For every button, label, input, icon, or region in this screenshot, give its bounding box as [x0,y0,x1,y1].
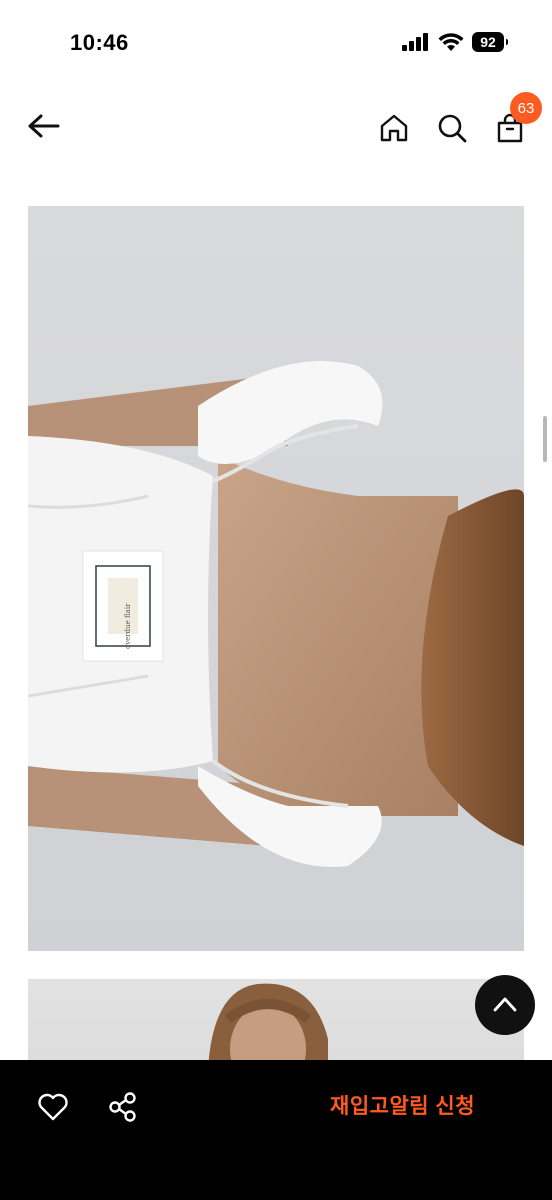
back-arrow-icon [28,114,60,138]
status-bar: 10:46 92 [0,0,552,90]
status-icons: 92 [402,32,508,52]
scroll-indicator[interactable] [543,416,547,462]
product-image-2[interactable] [28,979,524,1069]
share-button[interactable] [106,1090,140,1124]
back-button[interactable] [24,108,64,148]
share-icon [109,1092,136,1122]
home-icon [380,114,408,142]
nav-bar: 63 [0,90,552,170]
cart-count-badge: 63 [510,92,542,124]
status-time: 10:46 [70,30,129,55]
wifi-icon [438,32,464,51]
bottom-action-bar: 재입고알림 신청 [0,1060,552,1200]
home-button[interactable] [374,108,414,148]
heart-icon [38,1093,68,1121]
cart-button[interactable]: 63 [490,92,542,148]
like-button[interactable] [36,1090,70,1124]
search-button[interactable] [432,108,472,148]
product-label-text: overdue flair [124,603,132,649]
signal-icon [402,33,428,51]
battery-indicator: 92 [472,32,508,52]
product-photo-illustration [28,361,524,867]
search-icon [438,114,467,143]
scroll-to-top-button[interactable] [475,975,535,1035]
restock-notification-button[interactable]: 재입고알림 신청 [330,1090,475,1120]
product-image[interactable]: overdue flair [28,206,524,951]
product-photo-2-illustration [208,983,328,1069]
chevron-up-icon [493,997,517,1012]
